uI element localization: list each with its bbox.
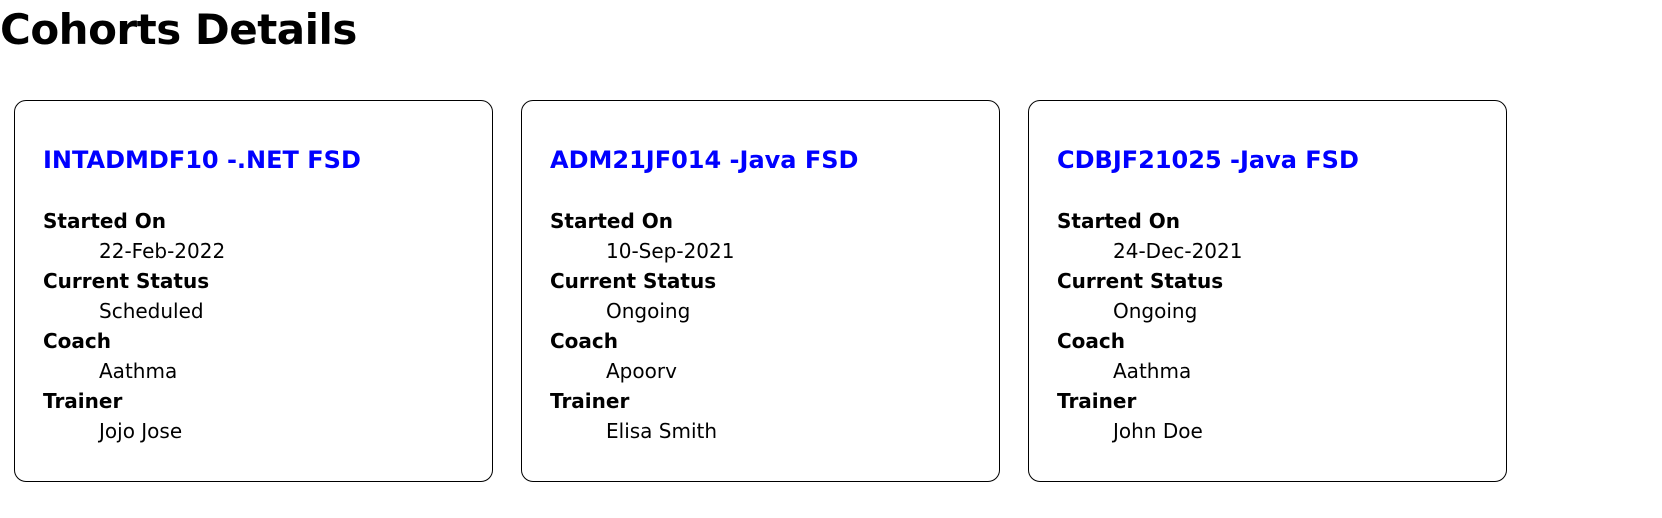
cohort-details: Started On 24-Dec-2021 Current Status On… bbox=[1057, 206, 1478, 446]
current-status-value: Ongoing bbox=[1113, 299, 1198, 323]
cohort-title: CDBJF21025 -Java FSD bbox=[1057, 146, 1359, 174]
started-on-value: 24-Dec-2021 bbox=[1113, 239, 1243, 263]
current-status-label: Current Status bbox=[43, 269, 210, 293]
trainer-label: Trainer bbox=[43, 389, 123, 413]
coach-value: Apoorv bbox=[606, 359, 677, 383]
cohort-card-list: INTADMDF10 -.NET FSD Started On 22-Feb-2… bbox=[14, 100, 1507, 482]
coach-label: Coach bbox=[43, 329, 112, 353]
started-on-label: Started On bbox=[43, 209, 166, 233]
started-on-value: 22-Feb-2022 bbox=[99, 239, 226, 263]
cohort-details: Started On 10-Sep-2021 Current Status On… bbox=[550, 206, 971, 446]
trainer-value: John Doe bbox=[1113, 419, 1203, 443]
current-status-value: Ongoing bbox=[606, 299, 691, 323]
trainer-value: Jojo Jose bbox=[99, 419, 183, 443]
current-status-value: Scheduled bbox=[99, 299, 204, 323]
cohort-card: ADM21JF014 -Java FSD Started On 10-Sep-2… bbox=[521, 100, 1000, 482]
started-on-value: 10-Sep-2021 bbox=[606, 239, 735, 263]
cohort-card: INTADMDF10 -.NET FSD Started On 22-Feb-2… bbox=[14, 100, 493, 482]
cohort-details: Started On 22-Feb-2022 Current Status Sc… bbox=[43, 206, 464, 446]
coach-label: Coach bbox=[1057, 329, 1126, 353]
started-on-label: Started On bbox=[1057, 209, 1180, 233]
trainer-label: Trainer bbox=[1057, 389, 1137, 413]
cohort-title: ADM21JF014 -Java FSD bbox=[550, 146, 859, 174]
coach-value: Aathma bbox=[1113, 359, 1192, 383]
trainer-label: Trainer bbox=[550, 389, 630, 413]
started-on-label: Started On bbox=[550, 209, 673, 233]
coach-label: Coach bbox=[550, 329, 619, 353]
coach-value: Aathma bbox=[99, 359, 178, 383]
current-status-label: Current Status bbox=[550, 269, 717, 293]
cohort-card: CDBJF21025 -Java FSD Started On 24-Dec-2… bbox=[1028, 100, 1507, 482]
page-title: Cohorts Details bbox=[0, 5, 357, 54]
current-status-label: Current Status bbox=[1057, 269, 1224, 293]
trainer-value: Elisa Smith bbox=[606, 419, 718, 443]
cohort-title: INTADMDF10 -.NET FSD bbox=[43, 146, 361, 174]
